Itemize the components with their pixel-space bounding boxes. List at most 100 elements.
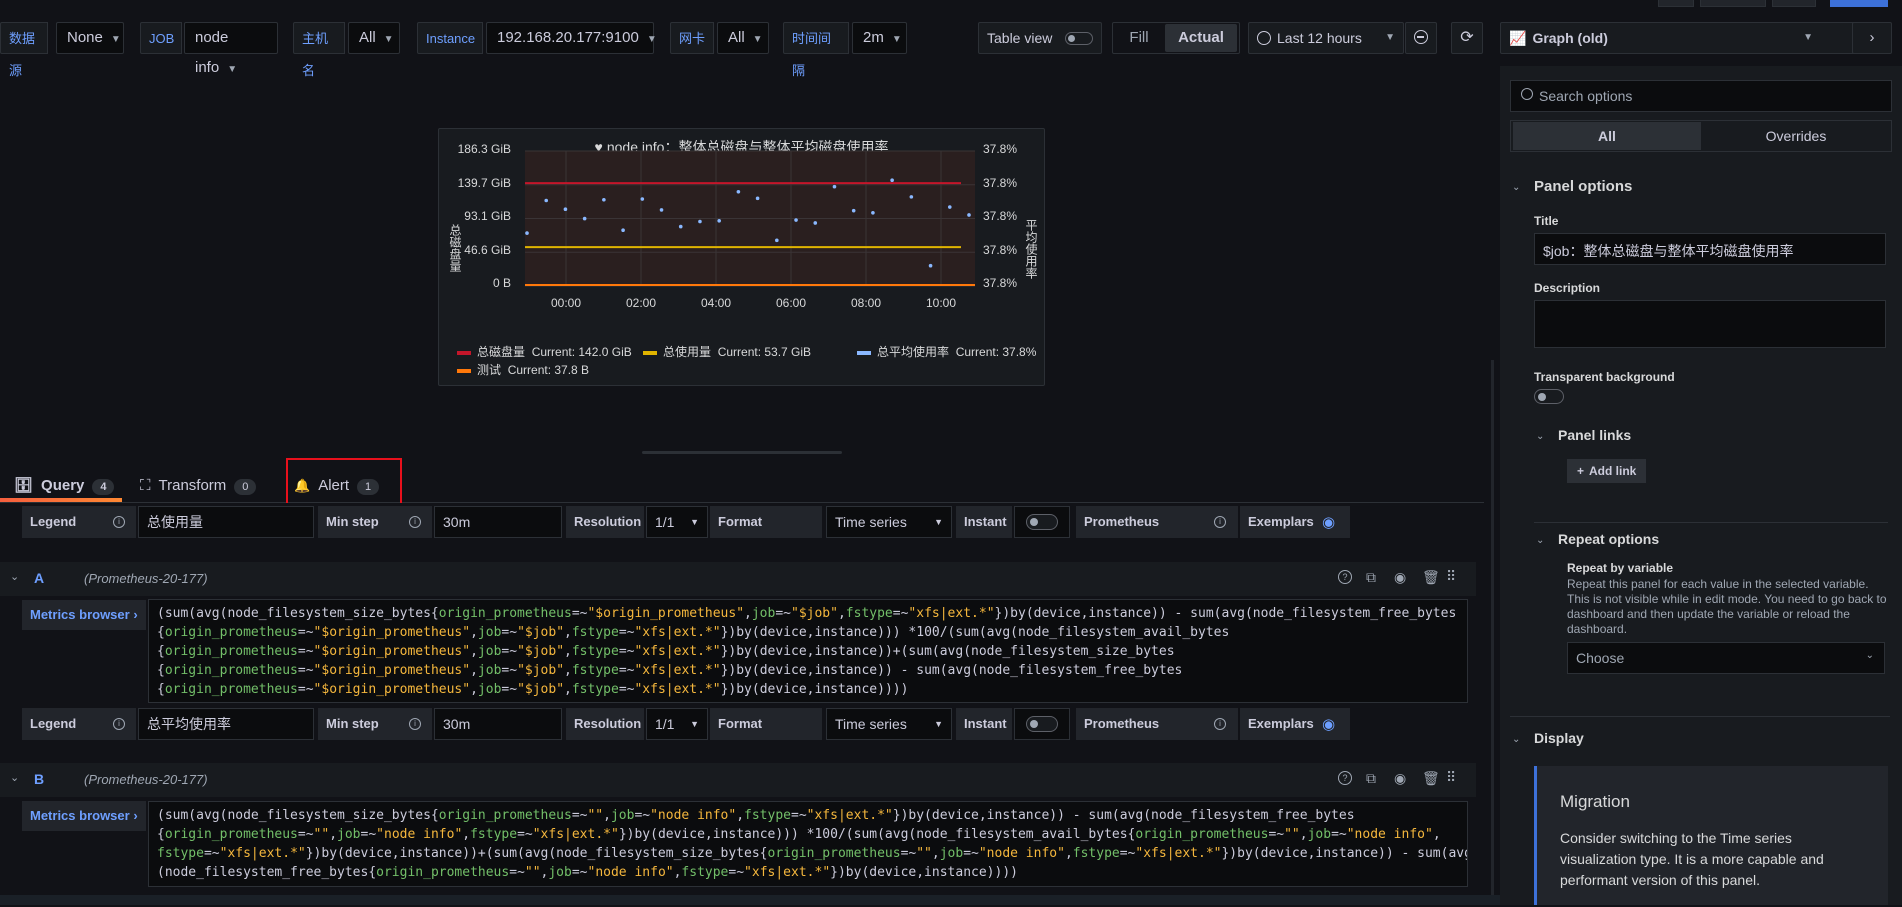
query-row-header-b[interactable]	[0, 763, 1476, 797]
plus-icon: +	[1577, 464, 1585, 478]
chevron-down-icon: ▼	[646, 34, 657, 45]
info-icon[interactable]: i	[113, 516, 125, 528]
plot-area[interactable]	[525, 150, 975, 287]
var-select-hostname[interactable]: All ▼	[348, 22, 400, 54]
collapse-chevron-icon[interactable]: ⌄	[10, 570, 19, 583]
legend-item-test[interactable]: 测试 Current: 37.8 B	[457, 361, 589, 378]
resolution-label: Resolution	[566, 506, 644, 538]
var-select-job[interactable]: node info ▼	[184, 22, 278, 76]
metrics-browser-button-b[interactable]: Metrics browser ›	[22, 801, 146, 831]
info-icon[interactable]: i	[1214, 516, 1226, 528]
chevron-down-icon[interactable]: ⌄	[1512, 734, 1520, 745]
instant-toggle-row2[interactable]	[1026, 716, 1058, 732]
tab-all[interactable]: All	[1513, 122, 1701, 150]
drag-handle-icon[interactable]: ⠿	[1446, 769, 1456, 786]
transparent-bg-toggle[interactable]	[1534, 389, 1564, 404]
visualization-picker[interactable]: 📈 Graph (old) ▼	[1500, 22, 1860, 54]
help-icon[interactable]: ?	[1338, 771, 1352, 785]
resolution-select-row1[interactable]: 1/1 ▼	[646, 506, 708, 538]
instant-toggle-row1[interactable]	[1026, 514, 1058, 530]
help-icon[interactable]: ?	[1338, 570, 1352, 584]
zoom-out-button[interactable]	[1405, 22, 1437, 54]
display-header[interactable]: Display	[1534, 730, 1584, 746]
var-select-nic[interactable]: All ▼	[717, 22, 769, 54]
query-row-header-a[interactable]	[0, 562, 1476, 596]
min-step-input-row2[interactable]: 30m	[434, 708, 562, 740]
repeat-options-header[interactable]: Repeat options	[1558, 531, 1659, 547]
fill-button[interactable]: Fill	[1114, 24, 1164, 52]
trash-icon[interactable]: 🗑	[1422, 770, 1440, 787]
query-ref-a[interactable]: A	[34, 570, 44, 586]
data-point	[736, 189, 741, 194]
format-select-row2[interactable]: Time series ▼	[826, 708, 952, 740]
table-view-switch[interactable]	[1065, 32, 1093, 45]
info-icon[interactable]: i	[409, 718, 421, 730]
query-ref-b[interactable]: B	[34, 771, 44, 787]
eye-icon[interactable]: ◉	[1394, 770, 1406, 787]
legend-input-row1[interactable]: 总使用量	[138, 506, 314, 538]
data-point	[928, 263, 933, 268]
chevron-down-icon[interactable]: ⌄	[1536, 431, 1544, 442]
var-select-instance[interactable]: 192.168.20.177:9100 ▼	[486, 22, 657, 54]
legend-item-total-used[interactable]: 总使用量 Current: 53.7 GiB	[643, 343, 811, 360]
var-select-datasource[interactable]: None ▼	[56, 22, 124, 54]
legend-item-total-disk[interactable]: 总磁盘量 Current: 142.0 GiB	[457, 343, 632, 360]
query-code-line: (sum(avg(node_filesystem_size_bytes{orig…	[157, 808, 1355, 823]
graph-panel[interactable]: ♥ node info：整体总磁盘与整体平均磁盘使用率 总磁盘量 平均使用率 18…	[438, 128, 1045, 386]
add-link-button[interactable]: + Add link	[1567, 459, 1647, 483]
legend-current: Current: 37.8%	[955, 345, 1037, 359]
description-textarea[interactable]	[1534, 300, 1886, 348]
duplicate-icon[interactable]: ⧉	[1366, 770, 1376, 787]
title-input[interactable]: $job：整体总磁盘与整体平均磁盘使用率	[1534, 233, 1886, 265]
tab-transform[interactable]: ⛶ Transform 0	[140, 470, 257, 502]
legend-item-avg-usage[interactable]: 总平均使用率 Current: 37.8%	[857, 343, 1036, 360]
tab-alert[interactable]: 🔔 Alert 1	[294, 470, 380, 502]
eye-icon[interactable]: ◉	[1322, 715, 1335, 733]
format-select-row1[interactable]: Time series ▼	[826, 506, 952, 538]
top-stub-2	[1700, 0, 1766, 7]
repeat-description: Repeat this panel for each value in the …	[1567, 577, 1887, 636]
save-button-stub[interactable]	[1830, 0, 1888, 7]
eye-icon[interactable]: ◉	[1394, 569, 1406, 586]
min-step-input-row1[interactable]: 30m	[434, 506, 562, 538]
actual-button[interactable]: Actual	[1165, 24, 1237, 52]
tab-overrides[interactable]: Overrides	[1702, 122, 1890, 150]
vertical-scrollbar[interactable]	[1491, 360, 1494, 905]
chevron-down-icon[interactable]: ⌄	[1536, 535, 1544, 546]
resolution-value: 1/1	[655, 514, 675, 530]
metrics-browser-button-a[interactable]: Metrics browser ›	[22, 600, 146, 630]
table-view-toggle[interactable]: Table view	[978, 22, 1102, 54]
duplicate-icon[interactable]: ⧉	[1366, 569, 1376, 586]
resolution-select-row2[interactable]: 1/1 ▼	[646, 708, 708, 740]
panel-links-header[interactable]: Panel links	[1558, 427, 1631, 443]
info-icon[interactable]: i	[113, 718, 125, 730]
panel-options-header[interactable]: Panel options	[1534, 178, 1632, 195]
query-datasource-b: (Prometheus-20-177)	[84, 772, 208, 787]
min-step-label-text: Min step	[326, 514, 379, 529]
var-select-interval[interactable]: 2m ▼	[852, 22, 907, 54]
collapse-chevron-icon[interactable]: ⌄	[10, 771, 19, 784]
trash-icon[interactable]: 🗑	[1422, 569, 1440, 586]
query-editor-b[interactable]: (sum(avg(node_filesystem_size_bytes{orig…	[148, 801, 1468, 887]
drag-handle-icon[interactable]: ⠿	[1446, 568, 1456, 585]
data-point	[947, 205, 952, 209]
eye-icon[interactable]: ◉	[1322, 513, 1335, 531]
repeat-variable-select[interactable]: Choose ⌄	[1567, 642, 1885, 674]
legend-label-text: Legend	[30, 514, 77, 529]
database-icon: 🗄	[14, 477, 34, 494]
data-point	[813, 221, 818, 225]
query-editor-a[interactable]: (sum(avg(node_filesystem_size_bytes{orig…	[148, 599, 1468, 703]
data-point	[544, 198, 549, 203]
collapse-options-button[interactable]: ›	[1852, 22, 1892, 54]
refresh-button[interactable]: ⟳	[1451, 22, 1483, 54]
info-icon[interactable]: i	[1214, 718, 1226, 730]
panel-resize-handle[interactable]	[642, 451, 842, 454]
search-options-input[interactable]: Search options	[1510, 80, 1892, 112]
var-value-interval: 2m	[863, 29, 884, 46]
legend-input-row2[interactable]: 总平均使用率	[138, 708, 314, 740]
info-icon[interactable]: i	[409, 516, 421, 528]
query-datasource-a: (Prometheus-20-177)	[84, 571, 208, 586]
time-range-picker[interactable]: Last 12 hours ▼	[1248, 22, 1404, 54]
chevron-down-icon[interactable]: ⌄	[1512, 182, 1520, 193]
format-label: Format	[710, 708, 822, 740]
